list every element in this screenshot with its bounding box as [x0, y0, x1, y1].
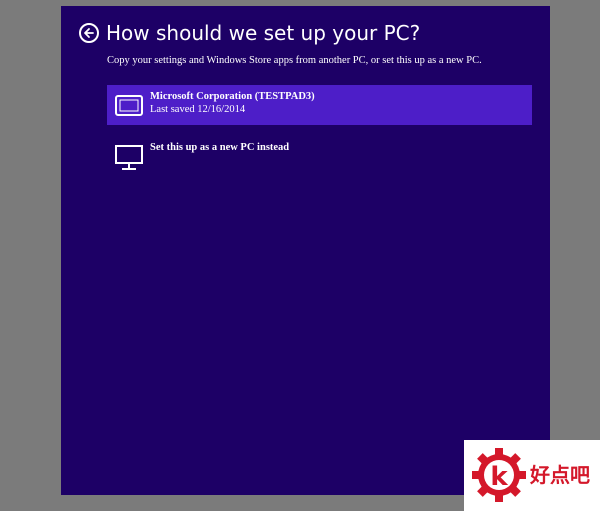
- setup-panel: How should we set up your PC? Copy your …: [61, 6, 550, 495]
- watermark-logo-icon: k: [472, 448, 526, 502]
- page-title: How should we set up your PC?: [106, 21, 421, 45]
- back-arrow-icon: [84, 28, 94, 38]
- watermark-text: 好点吧: [530, 463, 590, 487]
- header: How should we set up your PC?: [79, 21, 420, 45]
- option-subtitle: Last saved 12/16/2014: [150, 104, 246, 115]
- option-new-pc[interactable]: Set this up as a new PC instead: [107, 136, 532, 176]
- monitor-icon: [115, 145, 143, 170]
- watermark-logo-letter: k: [490, 462, 508, 492]
- watermark: k 好点吧: [464, 440, 600, 511]
- page-subtitle: Copy your settings and Windows Store app…: [107, 55, 482, 66]
- tablet-icon: [115, 95, 143, 116]
- back-button[interactable]: [79, 23, 99, 43]
- option-text: Set this up as a new PC instead: [150, 141, 289, 154]
- option-text: Microsoft Corporation (TESTPAD3) Last sa…: [150, 90, 315, 116]
- option-existing-pc[interactable]: Microsoft Corporation (TESTPAD3) Last sa…: [107, 85, 532, 125]
- option-title: Set this up as a new PC instead: [150, 142, 290, 153]
- option-title: Microsoft Corporation (TESTPAD3): [150, 91, 315, 102]
